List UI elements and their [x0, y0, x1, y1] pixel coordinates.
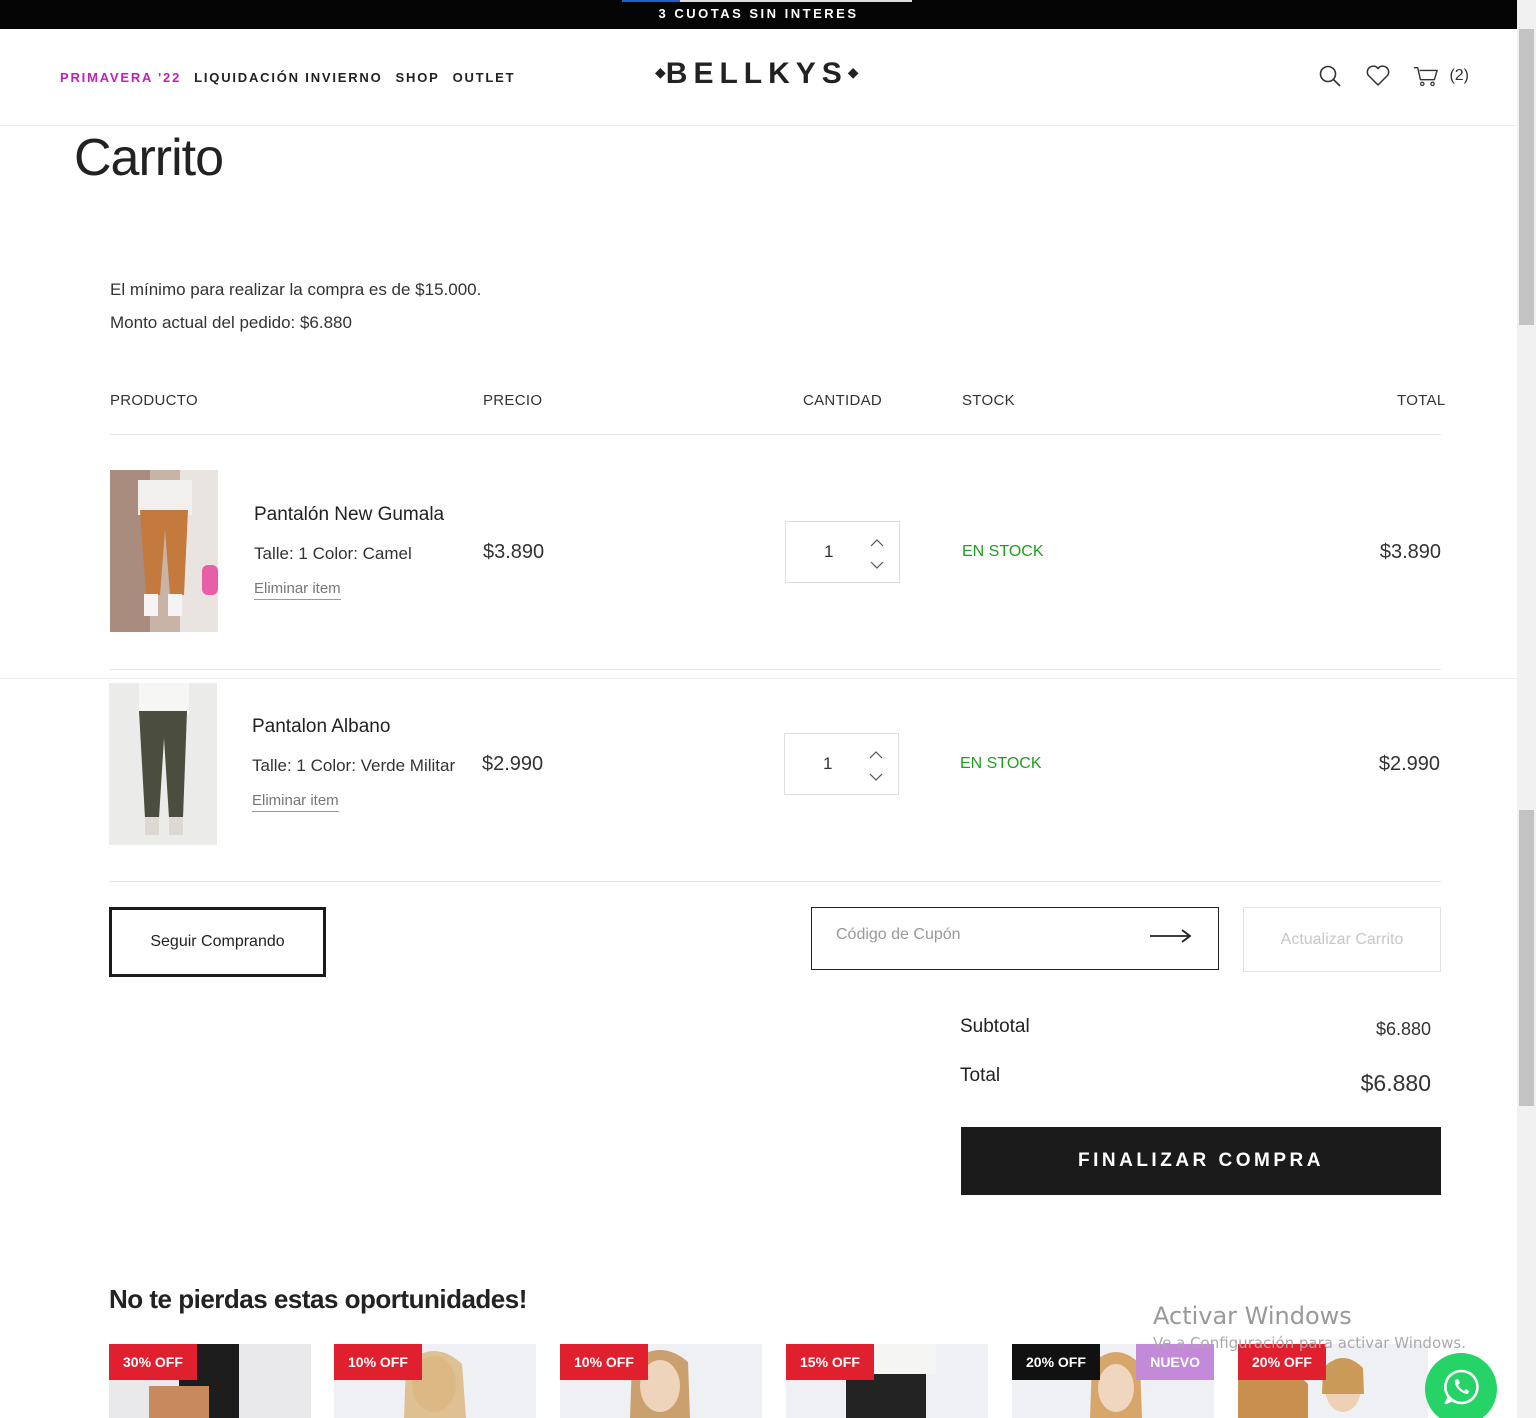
product-card[interactable]: 20% OFF NUEVO — [1012, 1344, 1214, 1418]
main-nav: PRIMAVERA '22 LIQUIDACIÓN INVIERNO SHOP … — [60, 70, 515, 85]
cart-icon — [1413, 63, 1439, 89]
scrollbar-thumb[interactable] — [1519, 29, 1534, 325]
quantity-value[interactable]: 1 — [823, 754, 832, 774]
remove-item-link[interactable]: Eliminar item — [254, 580, 341, 600]
product-attributes: Talle: 1 Color: Camel — [254, 544, 412, 563]
discount-badge: 15% OFF — [786, 1344, 874, 1380]
site-header: PRIMAVERA '22 LIQUIDACIÓN INVIERNO SHOP … — [0, 29, 1517, 126]
search-icon[interactable] — [1317, 63, 1343, 89]
logo-dot-right: ◆ — [847, 64, 859, 80]
chevron-down-icon[interactable] — [868, 558, 886, 572]
header-icons: (2) — [1317, 63, 1469, 89]
item-price: $2.990 — [482, 753, 544, 775]
quantity-stepper[interactable]: 1 — [785, 521, 900, 583]
line-total: $2.990 — [1378, 753, 1440, 775]
quantity-value[interactable]: 1 — [824, 542, 833, 562]
page-title: Carrito — [74, 129, 224, 187]
update-cart-button[interactable]: Actualizar Carrito — [1243, 907, 1441, 972]
promo-bar: 3 CUOTAS SIN INTERES — [0, 0, 1517, 29]
product-card[interactable]: 30% OFF — [109, 1344, 311, 1418]
coupon-field[interactable] — [811, 907, 1219, 970]
windows-activation-title: Activar Windows — [1153, 1302, 1352, 1330]
minimum-purchase-note: El mínimo para realizar la compra es de … — [110, 280, 482, 299]
discount-badge: 10% OFF — [560, 1344, 648, 1380]
header-product: PRODUCTO — [110, 392, 198, 409]
product-card[interactable]: 10% OFF — [560, 1344, 762, 1418]
product-name[interactable]: Pantalon Albano — [252, 716, 390, 738]
promo-bar-accent-light — [680, 0, 912, 2]
nav-liquidacion[interactable]: LIQUIDACIÓN INVIERNO — [194, 70, 382, 85]
nav-outlet[interactable]: OUTLET — [453, 70, 516, 85]
total-value: $6.880 — [1360, 1070, 1431, 1096]
brand-logo[interactable]: ◆BELLKYS◆ — [655, 57, 859, 91]
product-card[interactable]: 20% OFF — [1238, 1344, 1428, 1418]
product-card[interactable]: 10% OFF — [334, 1344, 536, 1418]
whatsapp-button[interactable] — [1425, 1353, 1497, 1418]
product-attributes: Talle: 1 Color: Verde Militar — [252, 756, 456, 775]
row-divider — [110, 669, 1441, 670]
current-order-note: Monto actual del pedido: $6.880 — [110, 313, 352, 332]
row-divider — [109, 881, 1441, 882]
checkout-button[interactable]: FINALIZAR COMPRA — [961, 1127, 1441, 1195]
discount-badge: 30% OFF — [109, 1344, 197, 1380]
promo-text: 3 CUOTAS SIN INTERES — [658, 6, 859, 21]
discount-badge: 20% OFF — [1012, 1344, 1100, 1380]
recommendations-title: No te pierdas estas oportunidades! — [109, 1284, 527, 1314]
header-total: TOTAL — [1397, 392, 1446, 409]
nav-primavera[interactable]: PRIMAVERA '22 — [60, 70, 181, 85]
arrow-right-icon[interactable] — [1150, 928, 1192, 949]
header-stock: STOCK — [962, 392, 1015, 409]
product-image[interactable] — [109, 683, 217, 845]
discount-badge: 10% OFF — [334, 1344, 422, 1380]
cart-count: (2) — [1449, 67, 1469, 84]
chevron-up-icon[interactable] — [868, 536, 886, 550]
cart-link[interactable]: (2) — [1413, 63, 1469, 89]
subtotal-value: $6.880 — [1375, 1019, 1431, 1039]
product-card[interactable]: 15% OFF — [786, 1344, 988, 1418]
coupon-input[interactable] — [836, 926, 1136, 944]
scrollbar-thumb-secondary[interactable] — [1519, 810, 1534, 1106]
item-price: $3.890 — [483, 541, 545, 563]
remove-item-link[interactable]: Eliminar item — [252, 792, 339, 812]
chevron-down-icon[interactable] — [867, 770, 885, 784]
header-divider — [110, 434, 1441, 435]
chevron-up-icon[interactable] — [867, 748, 885, 762]
brand-name: BELLKYS — [665, 57, 848, 90]
line-total: $3.890 — [1379, 541, 1441, 563]
heart-icon[interactable] — [1365, 63, 1391, 89]
windows-activation-subtitle: Ve a Configuración para activar Windows. — [1153, 1334, 1466, 1352]
continue-shopping-button[interactable]: Seguir Comprando — [109, 907, 326, 977]
header-quantity: CANTIDAD — [803, 392, 883, 409]
promo-bar-accent — [622, 0, 680, 2]
subtotal-label: Subtotal — [960, 1016, 1030, 1037]
logo-dot-left: ◆ — [655, 64, 666, 80]
whatsapp-icon — [1441, 1367, 1481, 1412]
total-label: Total — [960, 1065, 1001, 1086]
product-image[interactable] — [110, 470, 218, 632]
stock-status: EN STOCK — [962, 543, 1044, 560]
header-price: PRECIO — [483, 392, 543, 409]
quantity-stepper[interactable]: 1 — [784, 733, 899, 795]
stock-status: EN STOCK — [960, 755, 1042, 772]
nav-shop[interactable]: SHOP — [396, 70, 440, 85]
section-divider — [0, 678, 1517, 679]
product-name[interactable]: Pantalón New Gumala — [254, 504, 444, 526]
